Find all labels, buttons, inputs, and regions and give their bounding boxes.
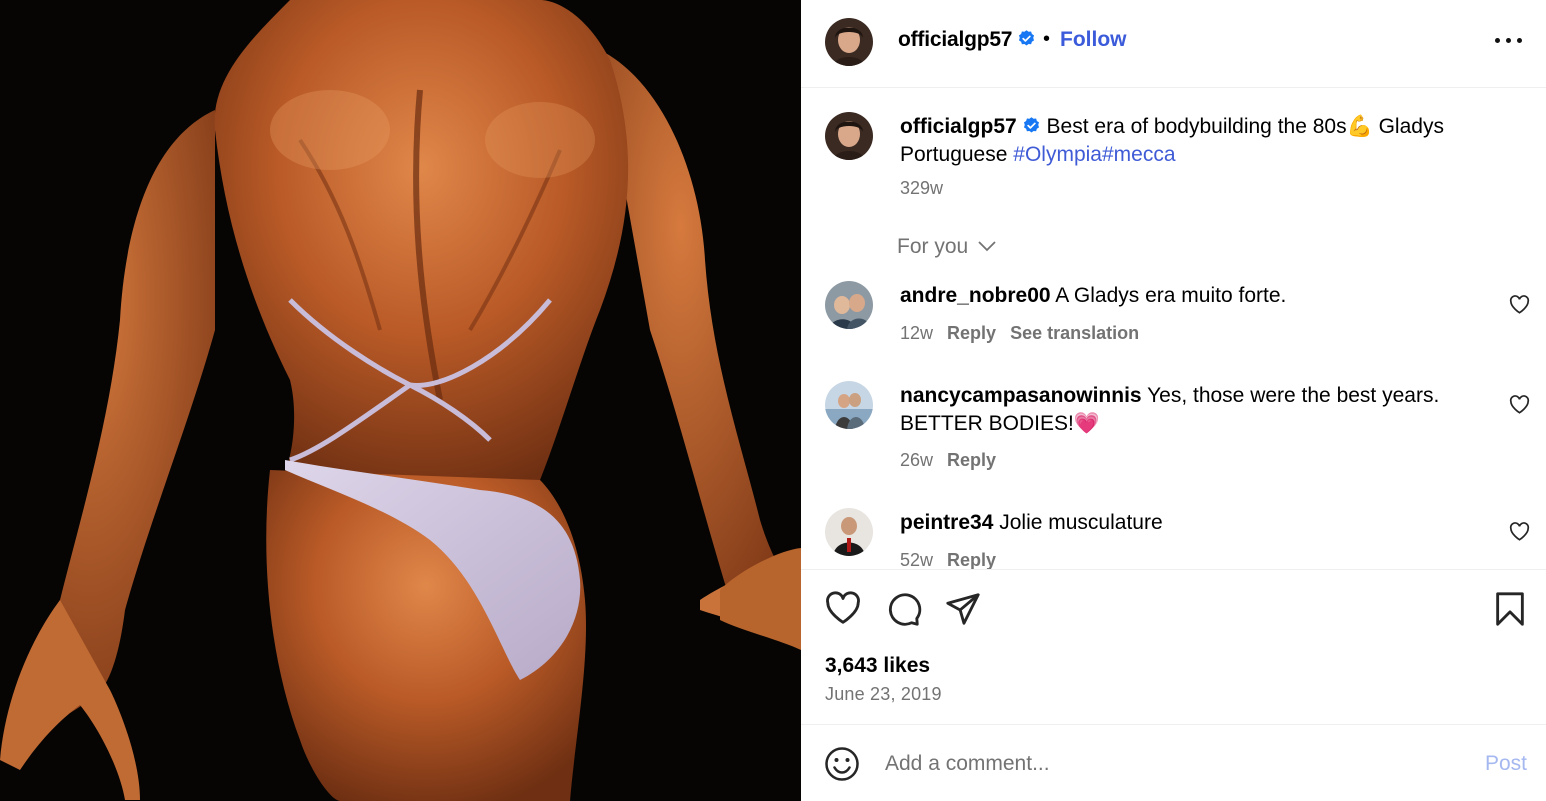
- hashtag-links[interactable]: #Olympia#mecca: [1013, 143, 1175, 166]
- flexed-biceps-emoji: 💪: [1346, 115, 1373, 138]
- comment-body: Jolie musculature: [999, 511, 1163, 534]
- share-send-icon[interactable]: [944, 590, 982, 628]
- post-actions: 3,643 likes June 23, 2019: [801, 569, 1546, 725]
- caption-body: Best era of bodybuilding the 80s: [1046, 115, 1347, 138]
- reply-button[interactable]: Reply: [947, 550, 996, 569]
- comment-age: 12w: [900, 323, 934, 343]
- verified-badge-icon: [1023, 117, 1039, 133]
- post-image[interactable]: [0, 0, 801, 801]
- comment-username[interactable]: andre_nobre00: [900, 284, 1051, 307]
- caption-username[interactable]: officialgp57: [900, 115, 1017, 138]
- caption-text: officialgp57 Best era of bodybuilding th…: [900, 113, 1500, 169]
- more-options-icon[interactable]: [1495, 30, 1523, 50]
- comment-like-heart-icon[interactable]: [1509, 295, 1530, 314]
- author-avatar[interactable]: [825, 18, 873, 66]
- like-heart-icon[interactable]: [824, 590, 862, 628]
- filter-label: For you: [897, 235, 969, 258]
- post-header: officialgp57 • Follow: [801, 0, 1546, 88]
- chevron-down-icon: [978, 241, 996, 252]
- comment-input[interactable]: [885, 748, 1445, 780]
- emoji-picker-icon[interactable]: [824, 746, 860, 782]
- comment-meta: 52w Reply: [900, 550, 996, 569]
- reply-button[interactable]: Reply: [947, 450, 996, 470]
- reply-button[interactable]: Reply: [947, 323, 996, 343]
- see-translation-button[interactable]: See translation: [1010, 323, 1139, 343]
- comment-like-heart-icon[interactable]: [1509, 395, 1530, 414]
- follow-button[interactable]: Follow: [1060, 28, 1127, 52]
- comment-text: peintre34 Jolie musculature: [900, 509, 1500, 537]
- comment-like-heart-icon[interactable]: [1509, 522, 1530, 541]
- likes-count[interactable]: 3,643 likes: [825, 654, 930, 678]
- author-username[interactable]: officialgp57: [898, 28, 1036, 52]
- post-date: June 23, 2019: [825, 684, 942, 704]
- commenter-avatar[interactable]: [825, 281, 873, 329]
- verified-badge-icon: [1019, 30, 1035, 46]
- save-bookmark-icon[interactable]: [1491, 590, 1529, 628]
- comment-filter-dropdown[interactable]: For you: [897, 235, 996, 259]
- comment-body: A Gladys era muito forte.: [1055, 284, 1287, 307]
- pink-heart-emoji: 💗: [1073, 412, 1101, 435]
- comment-meta: 12w Reply See translation: [900, 323, 1139, 344]
- comment-username[interactable]: peintre34: [900, 511, 993, 534]
- comment-text: andre_nobre00 A Gladys era muito forte.: [900, 282, 1500, 310]
- caption-avatar[interactable]: [825, 112, 873, 160]
- caption-age: 329w: [900, 178, 944, 198]
- comment-text: nancycampasanowinnis Yes, those were the…: [900, 382, 1500, 438]
- separator-dot: •: [1043, 28, 1051, 50]
- commenter-avatar[interactable]: [825, 508, 873, 556]
- post-comment-button[interactable]: Post: [1485, 752, 1527, 776]
- bodybuilder-photo: [0, 0, 801, 801]
- add-comment-bar: Post: [801, 726, 1546, 801]
- comment-meta: 26w Reply: [900, 450, 996, 471]
- comment-age: 26w: [900, 450, 934, 470]
- comment-bubble-icon[interactable]: [884, 590, 922, 628]
- commenter-avatar[interactable]: [825, 381, 873, 429]
- post-details-panel: officialgp57 • Follow officialgp57 Best …: [801, 0, 1546, 801]
- comment-age: 52w: [900, 550, 934, 569]
- comments-scroll-area[interactable]: officialgp57 Best era of bodybuilding th…: [801, 88, 1546, 569]
- comment-username[interactable]: nancycampasanowinnis: [900, 384, 1142, 407]
